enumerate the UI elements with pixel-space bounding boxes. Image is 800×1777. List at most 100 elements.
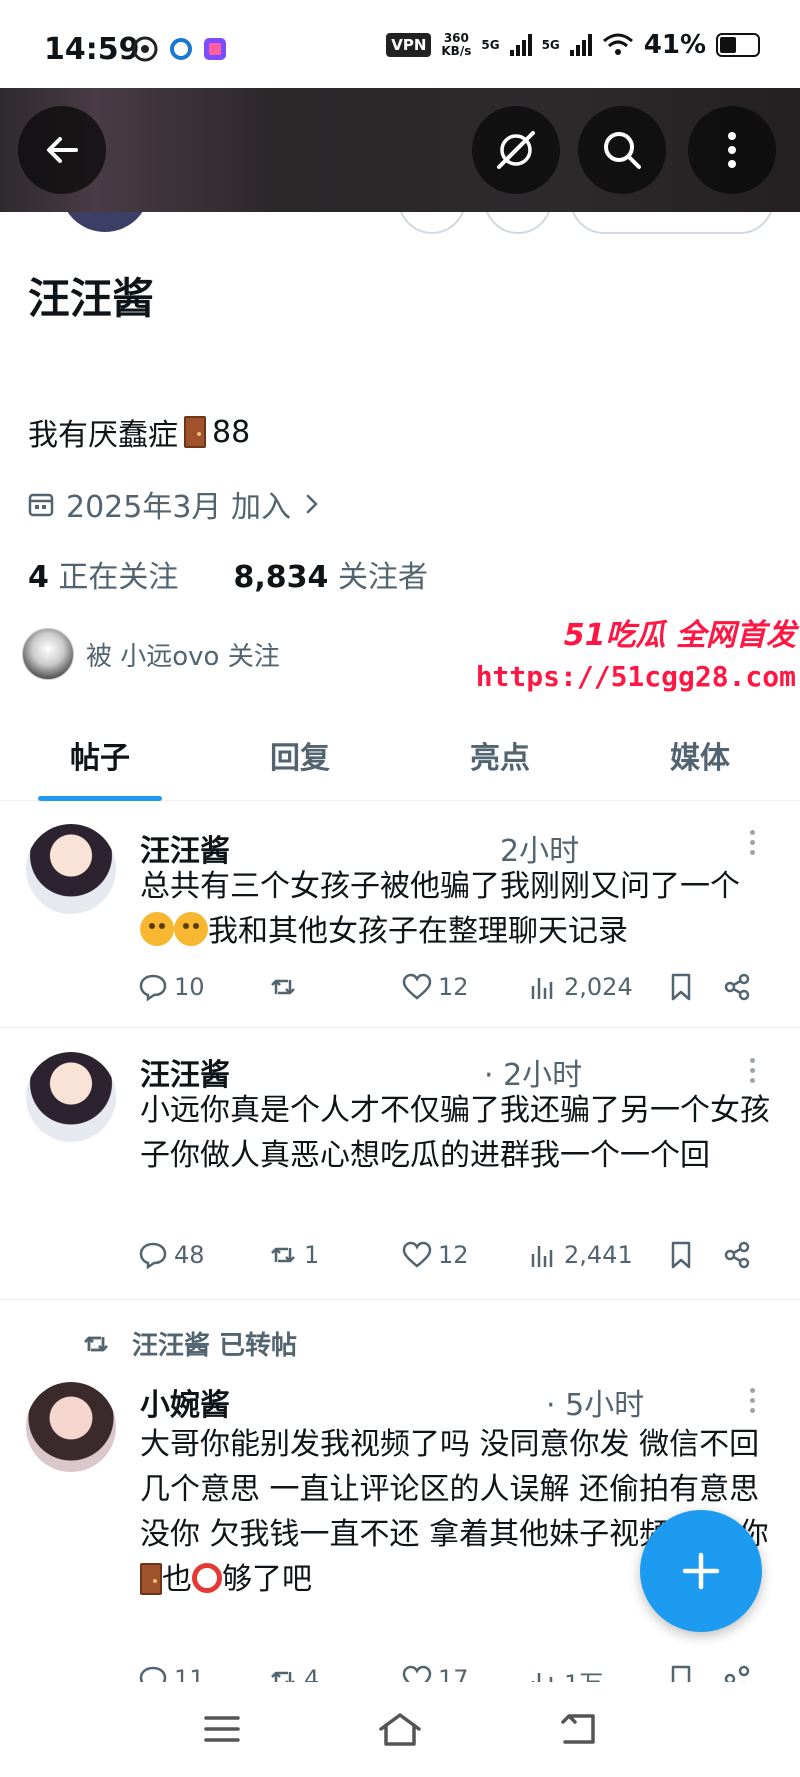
like-button[interactable]: 12 [402, 972, 469, 1002]
reply-icon [139, 1666, 167, 1682]
back-nav-button[interactable] [554, 1704, 604, 1754]
post-author[interactable]: 小婉酱 [140, 1380, 230, 1424]
author-avatar[interactable] [26, 1052, 116, 1142]
status-icons: VPN 360 KB/s 5G 5G 41% [386, 30, 760, 60]
follow-button-peek[interactable] [570, 212, 774, 234]
reply-button[interactable]: 10 [138, 972, 205, 1002]
post-more-button[interactable] [750, 830, 756, 855]
reply-icon [139, 1242, 167, 1270]
share-button[interactable] [722, 1664, 752, 1682]
gallery-notification-icon [204, 38, 226, 60]
net-speed-value: 360 [443, 31, 469, 45]
like-button[interactable]: 17 [402, 1664, 469, 1682]
share-button[interactable] [722, 1240, 752, 1270]
heart-icon [402, 1241, 432, 1268]
grok-button[interactable] [472, 106, 560, 194]
reply-button[interactable]: 48 [138, 1240, 205, 1270]
compose-post-button[interactable] [640, 1510, 762, 1632]
red-circle-emoji-icon [192, 1563, 222, 1593]
bookmark-button[interactable] [666, 972, 696, 1002]
followers-link[interactable]: 8,834 关注者 [234, 560, 428, 595]
views-button[interactable]: 2,441 [528, 1240, 633, 1270]
like-count: 12 [438, 973, 469, 1001]
back-arrow-icon [47, 137, 78, 163]
author-avatar[interactable] [26, 1382, 116, 1472]
more-options-button[interactable] [688, 106, 776, 194]
post-text: 总共有三个女孩子被他骗了我刚刚又问了一个我和其他女孩子在整理聊天记录 [140, 864, 770, 954]
avatar-peek [60, 212, 150, 234]
bookmark-icon [671, 1241, 691, 1269]
post-time[interactable]: · 5小时 [546, 1380, 644, 1424]
bio-text: 我有厌蠢症 [28, 418, 178, 453]
tab-replies[interactable]: 回复 [200, 715, 400, 800]
repost-button[interactable] [268, 972, 304, 1002]
messages-button-peek[interactable] [398, 212, 466, 234]
post-more-button[interactable] [750, 1388, 756, 1413]
joined-date[interactable]: 2025年3月 加入 [28, 482, 321, 526]
views-button[interactable]: 1万 [528, 1664, 603, 1682]
joined-text: 2025年3月 加入 [66, 490, 291, 525]
post-item[interactable]: 汪汪酱 · 2小时 小远你真是个人才不仅骗了我还骗了另一个女孩子你做人真恶心想吃… [0, 1030, 800, 1300]
door-emoji-icon [184, 416, 206, 448]
post-text-part-b: 我和其他女孩子在整理聊天记录 [208, 914, 628, 949]
following-count: 4 [28, 560, 49, 595]
reply-count: 10 [174, 973, 205, 1001]
repost-button[interactable]: 4 [268, 1664, 319, 1682]
followers-count: 8,834 [233, 560, 329, 595]
post-item[interactable]: 汪汪酱 2小时 总共有三个女孩子被他骗了我刚刚又问了一个我和其他女孩子在整理聊天… [0, 802, 800, 1028]
author-avatar[interactable] [26, 824, 116, 914]
like-count: 12 [438, 1241, 469, 1269]
repost-count: 4 [304, 1665, 320, 1682]
followed-by[interactable]: 被 小远ovo 关注 [22, 628, 280, 680]
tab-posts[interactable]: 帖子 [0, 715, 200, 801]
share-button[interactable] [722, 972, 752, 1002]
back-button[interactable] [18, 106, 106, 194]
reply-count: 48 [174, 1241, 205, 1269]
net-type-1: 5G [481, 38, 500, 52]
search-button[interactable] [578, 106, 666, 194]
reply-button[interactable]: 11 [138, 1664, 205, 1682]
net-speed-unit: KB/s [441, 44, 472, 58]
net-type-2: 5G [541, 38, 560, 52]
menu-icon [204, 1716, 240, 1742]
reply-count: 11 [174, 1665, 205, 1682]
home-button[interactable] [375, 1704, 425, 1754]
post-actions: 48 1 12 2,441 [138, 1240, 768, 1280]
repost-icon [84, 1336, 108, 1351]
profile-header-banner [0, 88, 800, 212]
notify-button-peek[interactable] [484, 212, 552, 234]
views-icon [531, 1246, 553, 1267]
vpn-badge: VPN [386, 33, 432, 57]
post-more-button[interactable] [750, 1058, 756, 1083]
follow-stats: 4 正在关注 8,834 关注者 [28, 552, 428, 596]
post-actions-clip: 11 4 17 1万 [0, 1660, 800, 1682]
tab-media[interactable]: 媒体 [600, 715, 800, 800]
post-text-part-a: 总共有三个女孩子被他骗了我刚刚又问了一个 [140, 869, 740, 904]
repost-button[interactable]: 1 [268, 1240, 319, 1270]
tab-highlights[interactable]: 亮点 [400, 715, 600, 800]
like-count: 17 [438, 1665, 469, 1682]
signal-icon [509, 34, 532, 56]
following-label: 正在关注 [58, 560, 179, 595]
plus-icon [682, 1552, 720, 1590]
profile-bio: 我有厌蠢症 88 [28, 410, 250, 454]
repost-icon [271, 979, 295, 995]
recent-apps-button[interactable] [197, 1704, 247, 1754]
battery-icon [716, 33, 760, 57]
follower-avatar [22, 628, 74, 680]
following-link[interactable]: 4 正在关注 [28, 560, 178, 595]
bookmark-button[interactable] [666, 1664, 696, 1682]
bookmark-button[interactable] [666, 1240, 696, 1270]
net-speed: 360 KB/s [441, 32, 471, 58]
heart-icon [402, 973, 432, 1000]
views-button[interactable]: 2,024 [528, 972, 633, 1002]
share-icon [724, 973, 750, 1001]
views-count: 2,441 [564, 1241, 633, 1269]
door-emoji-icon [140, 1563, 162, 1595]
share-icon [724, 1241, 750, 1269]
watermark: 51吃瓜 全网首发 https://51cgg28.com [476, 610, 796, 693]
repost-label[interactable]: 汪汪酱 已转帖 [132, 1325, 297, 1362]
like-button[interactable]: 12 [402, 1240, 469, 1270]
bio-suffix: 88 [212, 414, 251, 450]
post-text-part-c: 够了吧 [222, 1562, 312, 1597]
